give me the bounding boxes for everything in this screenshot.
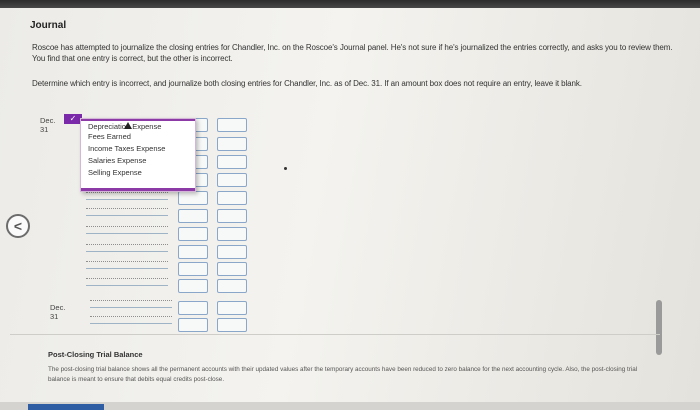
section-divider [10,334,660,335]
entry2-credit-amount-2[interactable] [217,318,247,332]
account-line-10[interactable] [86,261,168,269]
footer-button[interactable] [28,404,104,410]
stray-dot [284,167,287,170]
mouse-cursor-icon [124,122,132,129]
scrollbar-thumb[interactable] [656,300,662,355]
credit-amount-9[interactable] [217,262,247,276]
entry2-account-line-2[interactable] [90,316,172,324]
credit-amount-3[interactable] [217,155,247,169]
debit-amount-6[interactable] [178,209,208,223]
credit-amount-10[interactable] [217,279,247,293]
entry2-date: Dec. 31 [50,303,66,321]
entry1-date: Dec. 31 [40,116,56,134]
instructions-paragraph-1: Roscoe has attempted to journalize the c… [32,43,673,63]
footer-bar [0,402,700,410]
back-button[interactable]: < [6,214,30,238]
debit-amount-7[interactable] [178,227,208,241]
debit-amount-8[interactable] [178,245,208,259]
dropdown-option-income-taxes-expense[interactable]: Income Taxes Expense [81,143,195,155]
dropdown-option-depreciation-expense[interactable]: Depreciation Expense [81,119,195,131]
account-line-6[interactable] [86,192,168,200]
entry2-credit-amount-1[interactable] [217,301,247,315]
account-dropdown-menu: Depreciation Expense Fees Earned Income … [80,118,196,192]
entry2-account-line-1[interactable] [90,300,172,308]
debit-amount-9[interactable] [178,262,208,276]
debit-amount-10[interactable] [178,279,208,293]
dropdown-bottom-border [81,188,195,191]
credit-amount-1[interactable] [217,118,247,132]
credit-amount-4[interactable] [217,173,247,187]
post-closing-title: Post-Closing Trial Balance [48,350,143,359]
entry2-debit-amount-1[interactable] [178,301,208,315]
instructions-paragraph-2: Determine which entry is incorrect, and … [32,79,582,88]
entry2-debit-amount-2[interactable] [178,318,208,332]
page-title: Journal [30,20,67,31]
credit-amount-7[interactable] [217,227,247,241]
credit-amount-8[interactable] [217,245,247,259]
dropdown-option-salaries-expense[interactable]: Salaries Expense [81,155,195,167]
credit-amount-6[interactable] [217,209,247,223]
account-line-8[interactable] [86,226,168,234]
credit-amount-5[interactable] [217,191,247,205]
account-line-9[interactable] [86,244,168,252]
post-closing-text: The post-closing trial balance shows all… [48,366,638,383]
chevron-left-icon: < [13,218,23,234]
credit-amount-2[interactable] [217,137,247,151]
account-line-11[interactable] [86,278,168,286]
dropdown-option-selling-expense[interactable]: Selling Expense [81,167,195,179]
debit-amount-5[interactable] [178,191,208,205]
account-line-7[interactable] [86,208,168,216]
